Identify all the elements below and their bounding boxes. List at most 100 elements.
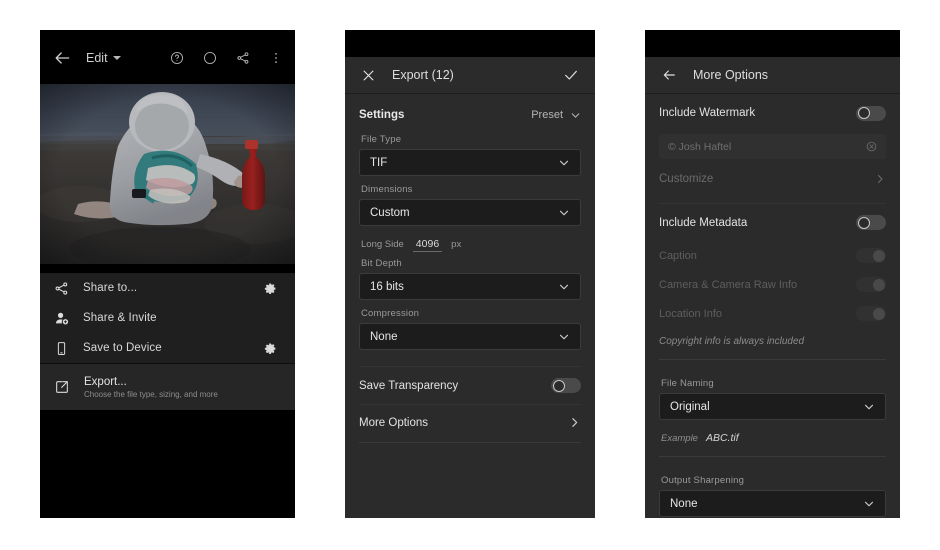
include-watermark-toggle[interactable] xyxy=(856,105,886,121)
dimensions-select[interactable]: Custom xyxy=(359,199,581,226)
panel-export-sheet: Export (12) Settings Preset File Type TI… xyxy=(345,30,595,518)
long-side-input[interactable]: 4096 xyxy=(412,238,443,252)
metadata-location-toggle xyxy=(856,306,886,321)
export-text-group: Export... Choose the file type, sizing, … xyxy=(84,376,218,399)
dimensions-value: Custom xyxy=(370,206,410,219)
gear-icon[interactable] xyxy=(264,282,277,295)
file-naming-example: Example ABC.tif xyxy=(659,428,886,446)
status-bar xyxy=(645,30,900,57)
export-sheet-body: Settings Preset File Type TIF Dimensions… xyxy=(345,94,595,443)
export-title: Export... xyxy=(84,375,127,388)
chevron-down-icon xyxy=(570,110,581,121)
menu-item-share-to[interactable]: Share to... xyxy=(40,273,295,303)
panel-more-options: More Options Include Watermark © Josh Ha… xyxy=(645,30,900,518)
chevron-down-icon xyxy=(112,56,121,60)
check-icon[interactable] xyxy=(563,67,579,83)
toggle-knob xyxy=(857,107,870,119)
toggle-knob xyxy=(872,278,885,291)
more-options-label: More Options xyxy=(359,416,429,429)
toggle-knob xyxy=(872,307,885,320)
metadata-caption-toggle xyxy=(856,248,886,263)
file-naming-select[interactable]: Original xyxy=(659,393,886,420)
include-metadata-row[interactable]: Include Metadata xyxy=(659,203,886,241)
photo-viewport[interactable] xyxy=(40,76,295,272)
share-icon[interactable] xyxy=(235,51,250,66)
help-circle-icon[interactable] xyxy=(169,51,184,66)
include-watermark-label: Include Watermark xyxy=(659,107,756,119)
arrow-left-icon[interactable] xyxy=(661,67,677,83)
compression-value: None xyxy=(370,330,398,343)
metadata-caption-row: Caption xyxy=(659,241,886,270)
clear-circle-icon[interactable] xyxy=(866,141,877,152)
metadata-camera-row: Camera & Camera Raw Info xyxy=(659,270,886,299)
close-icon[interactable] xyxy=(361,68,376,83)
metadata-caption-label: Caption xyxy=(659,249,697,262)
edited-photo xyxy=(40,84,295,264)
save-transparency-toggle[interactable] xyxy=(551,378,581,393)
save-transparency-row[interactable]: Save Transparency xyxy=(359,366,581,404)
export-sheet-title: Export (12) xyxy=(392,68,454,82)
bit-depth-label: Bit Depth xyxy=(361,258,402,269)
edit-title-label: Edit xyxy=(86,51,108,65)
preset-label: Preset xyxy=(531,109,563,121)
include-metadata-label: Include Metadata xyxy=(659,216,748,229)
metadata-location-label: Location Info xyxy=(659,307,722,320)
more-options-header: More Options xyxy=(645,57,900,94)
example-label: Example xyxy=(661,433,698,444)
export-subtitle: Choose the file type, sizing, and more xyxy=(84,389,218,399)
watermark-text-input[interactable]: © Josh Haftel xyxy=(659,134,886,159)
customize-row[interactable]: Customize xyxy=(659,163,886,195)
edit-top-bar: Edit xyxy=(40,40,295,76)
file-type-label: File Type xyxy=(361,134,402,145)
copyright-note: Copyright info is always included xyxy=(659,336,805,347)
dimensions-label: Dimensions xyxy=(361,184,413,195)
menu-item-share-invite[interactable]: Share & Invite xyxy=(40,303,295,333)
file-naming-label: File Naming xyxy=(661,378,714,389)
chevron-right-icon xyxy=(874,173,886,185)
long-side-label: Long Side xyxy=(361,239,404,250)
menu-item-save-to-device[interactable]: Save to Device xyxy=(40,333,295,363)
arrow-left-icon[interactable] xyxy=(52,48,72,68)
menu-item-export[interactable]: Export... Choose the file type, sizing, … xyxy=(40,364,295,410)
share-menu: Share to... Share & Invite Save to Devic… xyxy=(40,272,295,410)
screenshot-stage: Edit Share to... Share & Invite Save to … xyxy=(0,0,940,550)
panel-edit-screen: Edit Share to... Share & Invite Save to … xyxy=(40,30,295,518)
share-icon xyxy=(54,281,69,296)
menu-item-label: Share & Invite xyxy=(83,312,157,324)
compression-select[interactable]: None xyxy=(359,323,581,350)
metadata-camera-label: Camera & Camera Raw Info xyxy=(659,278,798,291)
settings-header-row: Settings Preset xyxy=(359,94,581,130)
toggle-knob xyxy=(857,216,870,229)
status-bar xyxy=(345,30,595,57)
more-options-row[interactable]: More Options xyxy=(359,404,581,440)
save-transparency-label: Save Transparency xyxy=(359,379,459,392)
chevron-down-icon xyxy=(558,331,570,343)
export-icon xyxy=(54,379,70,395)
phone-icon xyxy=(54,341,69,356)
chevron-down-icon xyxy=(863,498,875,510)
chevron-down-icon xyxy=(558,207,570,219)
preset-dropdown[interactable]: Preset xyxy=(531,109,581,121)
chevron-down-icon xyxy=(558,157,570,169)
file-naming-value: Original xyxy=(670,400,710,413)
toggle-knob xyxy=(552,379,565,392)
section-divider xyxy=(359,442,581,443)
more-vertical-icon[interactable] xyxy=(268,51,283,66)
menu-item-label: Save to Device xyxy=(83,342,162,354)
gear-icon[interactable] xyxy=(264,342,277,355)
include-watermark-row[interactable]: Include Watermark xyxy=(659,94,886,132)
bit-depth-value: 16 bits xyxy=(370,280,404,293)
include-metadata-toggle[interactable] xyxy=(856,215,886,230)
file-type-select[interactable]: TIF xyxy=(359,149,581,176)
edit-title-menu[interactable]: Edit xyxy=(86,51,121,65)
watermark-text-value: © Josh Haftel xyxy=(668,140,732,153)
long-side-field[interactable]: Long Side 4096 px xyxy=(359,234,581,254)
customize-label: Customize xyxy=(659,173,714,185)
circle-icon[interactable] xyxy=(202,51,217,66)
output-sharpening-select[interactable]: None xyxy=(659,490,886,517)
settings-label: Settings xyxy=(359,109,405,121)
bit-depth-select[interactable]: 16 bits xyxy=(359,273,581,300)
status-bar xyxy=(40,30,295,40)
